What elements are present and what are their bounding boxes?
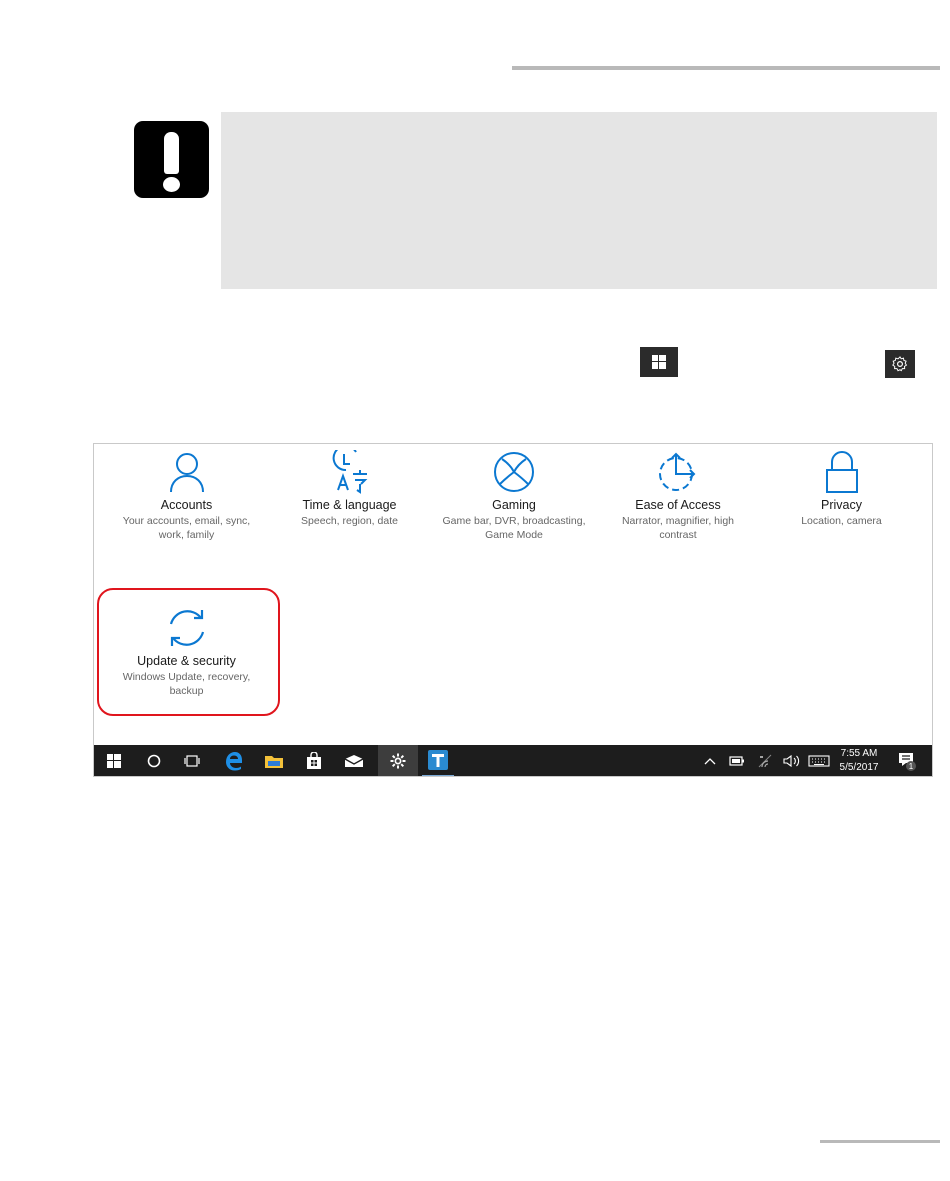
tile-subtitle: Game bar, DVR, broadcasting, Game Mode — [442, 515, 586, 541]
tile-update-security[interactable]: Update & security Windows Update, recove… — [114, 606, 259, 698]
tile-title: Update & security — [137, 654, 236, 668]
taskbar: 7:55 AM 5/5/2017 1 — [94, 745, 932, 776]
t-app-icon — [428, 750, 448, 770]
lock-icon — [825, 451, 858, 493]
store-bag-icon — [307, 752, 321, 769]
sync-icon — [169, 610, 204, 646]
wifi-icon — [758, 754, 772, 768]
speaker-icon — [783, 754, 800, 768]
file-explorer-button[interactable] — [258, 745, 290, 776]
gear-icon — [390, 753, 406, 769]
person-icon — [169, 453, 204, 493]
chevron-up-icon — [704, 758, 716, 765]
tile-time-language[interactable]: Time & language Speech, region, date — [282, 450, 417, 528]
tile-subtitle: Windows Update, recovery, backup — [122, 671, 251, 697]
tile-ease-of-access[interactable]: Ease of Access Narrator, magnifier, high… — [609, 450, 747, 542]
battery-button[interactable] — [726, 745, 748, 776]
taskbar-clock[interactable]: 7:55 AM 5/5/2017 — [829, 747, 889, 775]
mail-envelope-icon — [344, 755, 364, 767]
app-t-button[interactable] — [422, 745, 454, 776]
tile-title: Ease of Access — [635, 498, 721, 512]
tile-title: Accounts — [160, 498, 213, 512]
tile-subtitle: Narrator, magnifier, high contrast — [621, 515, 735, 541]
store-button[interactable] — [298, 745, 330, 776]
clock-time: 7:55 AM — [840, 748, 878, 759]
folder-icon — [265, 756, 283, 768]
tile-title: Privacy — [821, 498, 862, 512]
action-center-button[interactable]: 1 — [894, 745, 920, 776]
settings-taskbar-button[interactable] — [378, 745, 418, 776]
windows-logo-icon — [107, 754, 121, 768]
footer-rule — [820, 1140, 940, 1143]
notification-count: 1 — [909, 762, 914, 771]
clock-date: 5/5/2017 — [839, 762, 879, 773]
battery-icon — [729, 756, 744, 766]
tile-title: Time & language — [302, 498, 397, 512]
tile-subtitle: Your accounts, email, sync, work, family — [122, 515, 251, 541]
cortana-circle-icon — [147, 754, 161, 768]
time-language-icon — [332, 450, 367, 494]
cortana-button[interactable] — [140, 745, 168, 776]
tile-subtitle: Speech, region, date — [301, 515, 398, 527]
settings-screenshot: Accounts Your accounts, email, sync, wor… — [93, 443, 933, 777]
task-view-button[interactable] — [178, 745, 206, 776]
windows-logo-icon — [640, 347, 678, 377]
mail-button[interactable] — [338, 745, 370, 776]
show-hidden-icons-button[interactable] — [700, 745, 720, 776]
edge-browser-icon — [226, 752, 242, 771]
xbox-icon — [494, 452, 534, 492]
volume-button[interactable] — [780, 745, 804, 776]
settings-gear-icon — [885, 350, 915, 378]
ease-of-access-icon — [659, 452, 696, 491]
notification-icon: 1 — [899, 753, 916, 771]
important-icon — [134, 121, 209, 198]
tile-subtitle: Location, camera — [801, 515, 882, 527]
tile-privacy[interactable]: Privacy Location, camera — [774, 450, 909, 528]
header-rule — [512, 66, 940, 70]
network-button[interactable] — [754, 745, 776, 776]
tile-gaming[interactable]: Gaming Game bar, DVR, broadcasting, Game… — [441, 450, 587, 542]
tile-accounts[interactable]: Accounts Your accounts, email, sync, wor… — [114, 450, 259, 542]
edge-button[interactable] — [218, 745, 250, 776]
important-note-box — [221, 112, 937, 289]
start-button[interactable] — [100, 745, 128, 776]
task-view-icon — [184, 755, 200, 767]
keyboard-icon — [808, 755, 830, 767]
tile-title: Gaming — [492, 498, 536, 512]
